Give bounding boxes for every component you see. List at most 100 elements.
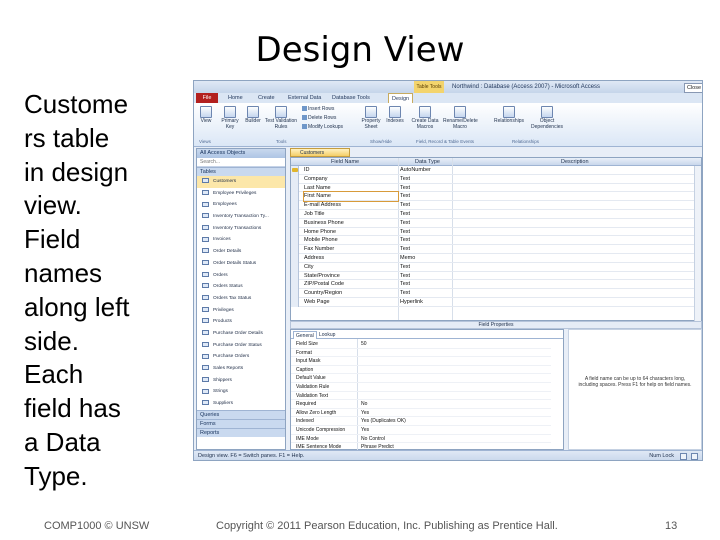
table-row[interactable]: Last Name Text (291, 183, 701, 193)
table-row[interactable]: Address Memo (291, 254, 701, 263)
table-icon (202, 353, 209, 359)
property-sheet-button[interactable]: Property Sheet (359, 106, 383, 130)
row-selector[interactable] (291, 289, 299, 298)
insert-rows-button[interactable]: Insert Rows (302, 106, 334, 112)
table-row[interactable]: Company Text (291, 174, 701, 184)
test-validation-rules-button[interactable]: Test Validation Rules (264, 106, 298, 130)
nav-item-table[interactable]: Purchase Order Details (197, 328, 285, 340)
modify-lookups-button[interactable]: Modify Lookups (302, 124, 343, 130)
table-row[interactable]: ID AutoNumber (291, 166, 701, 175)
property-row[interactable]: Caption (291, 366, 551, 375)
nav-item-table[interactable]: Orders Status (197, 281, 285, 293)
nav-item-table[interactable]: Orders Tax Status (197, 293, 285, 305)
row-selector[interactable] (291, 236, 299, 246)
table-row[interactable]: Job Title Text (291, 210, 701, 219)
table-tools-context-tab[interactable]: Table Tools (414, 81, 444, 93)
row-selector[interactable] (291, 210, 299, 219)
property-row[interactable]: IME Mode No Control (291, 435, 551, 444)
property-row[interactable]: Required No (291, 400, 551, 409)
nav-item-table[interactable]: Products (197, 316, 285, 328)
property-row[interactable]: Unicode Compression Yes (291, 426, 551, 435)
nav-item-table[interactable]: Order Details Status (197, 258, 285, 270)
create-data-macros-button[interactable]: Create Data Macros (410, 106, 440, 130)
nav-item-table[interactable]: Purchase Orders (197, 351, 285, 363)
row-selector[interactable] (291, 183, 299, 193)
tab-create[interactable]: Create (258, 93, 275, 103)
row-selector[interactable] (291, 271, 299, 281)
nav-item-table[interactable]: Employees (197, 199, 285, 211)
row-selector[interactable] (291, 298, 299, 307)
row-selector[interactable] (291, 280, 299, 290)
rename-delete-macro-button[interactable]: Rename/Delete Macro (443, 106, 478, 130)
object-dependencies-button[interactable]: Object Dependencies (530, 106, 564, 130)
property-row[interactable]: Field Size 50 (291, 340, 551, 349)
indexes-icon (389, 106, 401, 118)
nav-item-table[interactable]: Shippers (197, 375, 285, 387)
nav-pane-header[interactable]: All Access Objects (197, 149, 285, 158)
row-selector[interactable] (291, 201, 299, 210)
indexes-button[interactable]: Indexes (385, 106, 405, 125)
table-row[interactable]: City Text (291, 262, 701, 272)
table-row[interactable]: Home Phone Text (291, 227, 701, 237)
datasheet-view-icon[interactable] (680, 453, 687, 460)
table-icon (202, 341, 209, 347)
row-selector[interactable] (291, 254, 299, 263)
design-view-icon[interactable] (691, 453, 698, 460)
table-row[interactable]: Mobile Phone Text (291, 236, 701, 246)
delete-rows-button[interactable]: Delete Rows (302, 115, 336, 121)
property-row[interactable]: Indexed Yes (Duplicates OK) (291, 417, 551, 426)
nav-item-table[interactable]: Customers (197, 176, 285, 188)
row-selector[interactable] (291, 192, 299, 202)
tab-external-data[interactable]: External Data (288, 93, 321, 103)
builder-button[interactable]: Builder (243, 106, 263, 125)
nav-search-input[interactable]: Search... (197, 158, 285, 167)
table-row[interactable]: Fax Number Text (291, 245, 701, 254)
tab-file[interactable]: File (196, 93, 218, 103)
table-row[interactable]: ZIP/Postal Code Text (291, 280, 701, 290)
nav-item-table[interactable]: Suppliers (197, 398, 285, 410)
nav-section-queries[interactable]: Queries (197, 409, 285, 419)
property-row[interactable]: Format (291, 349, 551, 358)
nav-item-table[interactable]: Privileges (197, 305, 285, 317)
relationships-button[interactable]: Relationships (492, 106, 526, 125)
nav-item-table[interactable]: Invoices (197, 234, 285, 246)
property-row[interactable]: Validation Text (291, 392, 551, 401)
table-row[interactable]: State/Province Text (291, 271, 701, 281)
property-row[interactable]: Validation Rule (291, 383, 551, 392)
nav-section-reports[interactable]: Reports (197, 427, 285, 437)
nav-item-table[interactable]: Inventory Transaction Ty... (197, 211, 285, 223)
nav-section-forms[interactable]: Forms (197, 418, 285, 428)
document-tab-customers[interactable]: Customers (290, 148, 350, 157)
nav-item-table[interactable]: Strings (197, 386, 285, 398)
nav-item-table[interactable]: Employee Privileges (197, 188, 285, 200)
grid-scrollbar[interactable] (694, 166, 701, 322)
nav-item-table[interactable]: Inventory Transactions (197, 223, 285, 235)
row-selector[interactable] (291, 262, 299, 272)
nav-item-table[interactable]: Purchase Order Status (197, 340, 285, 352)
property-row[interactable]: Allow Zero Length Yes (291, 409, 551, 418)
table-row[interactable]: E-mail Address Text (291, 201, 701, 210)
table-row[interactable]: Web Page Hyperlink (291, 298, 701, 307)
row-selector[interactable] (291, 218, 299, 228)
table-row[interactable]: Country/Region Text (291, 289, 701, 298)
body-line: Each (24, 359, 84, 390)
row-selector[interactable] (291, 227, 299, 237)
nav-item-table[interactable]: Orders (197, 270, 285, 282)
tab-home[interactable]: Home (228, 93, 243, 103)
property-row[interactable]: Input Mask (291, 357, 551, 366)
row-selector[interactable] (291, 245, 299, 254)
tab-general[interactable]: General (293, 331, 317, 339)
row-selector[interactable] (291, 174, 299, 184)
tab-design[interactable]: Design (388, 93, 414, 103)
tab-lookup[interactable]: Lookup (317, 331, 337, 339)
nav-item-table[interactable]: Order Details (197, 246, 285, 258)
view-button[interactable]: View (197, 106, 215, 125)
table-row[interactable]: Business Phone Text (291, 218, 701, 228)
property-row[interactable]: Default Value (291, 374, 551, 383)
tab-database-tools[interactable]: Database Tools (332, 93, 370, 103)
primary-key-button[interactable]: Primary Key (219, 106, 241, 130)
table-row[interactable]: First Name Text (291, 191, 701, 203)
nav-item-table[interactable]: Sales Reports (197, 363, 285, 375)
nav-section-tables[interactable]: Tables (197, 167, 285, 176)
close-button[interactable]: Close (684, 83, 702, 93)
